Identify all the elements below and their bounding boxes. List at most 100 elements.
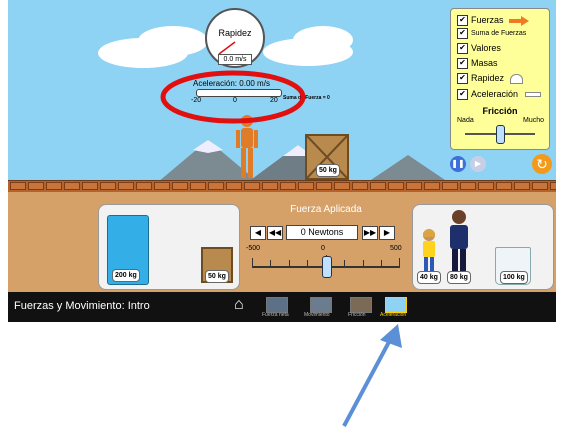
tab-friccion-icon[interactable] [350,297,372,313]
force-value-display[interactable]: 0 Newtons [286,225,358,240]
checkbox-aceleracion[interactable]: ✔ Aceleración [457,87,541,101]
force-increment-large-button[interactable]: ▶▶ [362,226,378,240]
ground-brick [208,182,224,190]
checkbox-valores[interactable]: ✔ Valores [457,41,501,55]
friction-max-label: Mucho [523,117,545,124]
man-figure[interactable] [447,209,471,275]
ground-brick [550,182,556,190]
crate-mass-tag: 50 kg [205,270,229,283]
ground-brick [298,182,314,190]
force-mid-label: 0 [321,245,325,252]
refrigerator-object[interactable]: 200 kg [107,215,149,285]
checkbox-suma-de-fuerzas[interactable]: ✔ Suma de Fuerzas [457,27,526,41]
left-objects-panel: 200 kg 50 kg [98,204,240,290]
ground-brick [406,182,422,190]
man-mass-tag: 80 kg [447,271,471,284]
ground-brick [388,182,404,190]
ground-brick [262,182,278,190]
force-max-label: 500 [390,245,402,252]
ground-brick [64,182,80,190]
ground-brick [532,182,548,190]
ground-brick [334,182,350,190]
step-button[interactable]: ▶ [470,156,486,172]
force-decrement-large-button[interactable]: ◀◀ [267,226,283,240]
reset-button[interactable]: ↻ [532,154,552,174]
trash-can-mass-tag: 100 kg [500,271,528,284]
ground-brick [136,182,152,190]
tab-movimiento-icon[interactable] [310,297,332,313]
ground-brick [514,182,530,190]
pause-button[interactable]: ❚❚ [450,156,466,172]
ground-brick [46,182,62,190]
slider-tick [381,260,382,266]
red-annotation-ellipse [160,70,306,124]
acceleration-mini-icon [524,92,541,98]
slider-tick [270,260,271,266]
checkbox-rapidez[interactable]: ✔ Rapidez [457,71,523,85]
checkbox-fuerzas[interactable]: ✔ Fuerzas [457,13,530,27]
blue-annotation-arrow [342,324,402,427]
girl-mass-tag: 40 kg [417,271,441,284]
speedometer-value: 0.0 m/s [218,54,252,65]
tab-fuerza-neta[interactable]: Fuerza neta [262,312,289,318]
ground-brick [10,182,26,190]
ground-brick [496,182,512,190]
home-icon[interactable]: ⌂ [234,297,244,313]
checkbox-icon[interactable]: ✔ [457,58,468,70]
force-slider-thumb[interactable] [322,256,332,278]
ground-brick [154,182,170,190]
applied-force-title: Fuerza Aplicada [290,204,362,215]
speedometer-mini-icon [509,73,523,84]
checkbox-icon[interactable]: ✔ [457,27,468,39]
simulation-window: Rapidez 0.0 m/s Aceleración: 0.00 m/s -2… [8,0,556,325]
tab-fuerza-neta-icon[interactable] [266,297,288,313]
friction-min-label: Nada [457,117,474,124]
checkbox-icon[interactable]: ✔ [457,43,468,55]
slider-tick [399,258,400,266]
ground-brick [226,182,242,190]
refrigerator-mass-tag: 200 kg [112,269,140,282]
controls-panel: ✔ Fuerzas ✔ Suma de Fuerzas ✔ Valores ✔ Masa… [450,8,550,150]
checkbox-icon[interactable]: ✔ [457,89,468,101]
tab-movimiento[interactable]: Movimiento [304,312,330,318]
slider-tick [307,260,308,266]
checkbox-icon[interactable]: ✔ [457,73,468,85]
force-increment-small-button[interactable]: ▶ [379,226,395,240]
right-objects-panel: 40 kg 80 kg 100 kg [412,204,554,290]
checkbox-masas[interactable]: ✔ Masas [457,56,498,70]
cloud [293,26,353,54]
crate-on-ground[interactable]: 50 kg [305,134,349,180]
ground-brick [190,182,206,190]
slider-tick [289,260,290,266]
force-min-label: -500 [246,245,261,252]
ground-brick [442,182,458,190]
ground-brick [478,182,494,190]
ground-brick [316,182,332,190]
cloud [138,26,208,56]
ground-brick [244,182,260,190]
friction-title: Fricción [482,106,518,116]
ground-brick [370,182,386,190]
force-decrement-small-button[interactable]: ◀ [250,226,266,240]
ground-brick [28,182,44,190]
ground-brick [280,182,296,190]
checkbox-icon[interactable]: ✔ [457,15,468,27]
ground-brick [172,182,188,190]
ground-brick [118,182,134,190]
ground-brick [424,182,440,190]
speedometer: Rapidez 0.0 m/s [205,8,265,68]
crate-mass-tag: 50 kg [316,164,340,177]
force-arrow-icon [509,15,530,26]
slider-tick [344,260,345,266]
ground-brick [352,182,368,190]
ground-brick [460,182,476,190]
ground-brick [100,182,116,190]
crate-object[interactable]: 50 kg [201,247,233,283]
girl-figure[interactable] [419,227,439,277]
slider-tick [363,260,364,266]
tab-aceleracion-icon[interactable] [385,297,407,313]
slider-tick [252,258,253,266]
friction-slider-thumb[interactable] [496,125,505,144]
ground-brick [82,182,98,190]
sim-title: Fuerzas y Movimiento: Intro [14,300,150,312]
